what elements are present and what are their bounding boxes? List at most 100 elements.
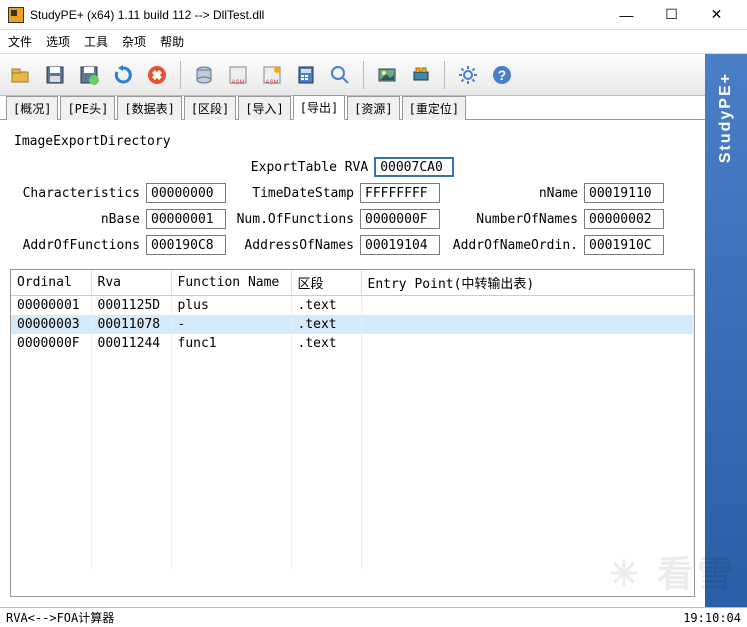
asm2-button[interactable]: ASM [257, 60, 287, 90]
database-button[interactable] [189, 60, 219, 90]
menu-tools[interactable]: 工具 [84, 33, 108, 50]
col-rva[interactable]: Rva [91, 270, 171, 296]
table-row[interactable] [11, 461, 694, 479]
toolbar-separator [180, 61, 181, 89]
table-cell: 00000001 [11, 296, 91, 316]
table-cell: plus [171, 296, 291, 316]
asm-button[interactable]: ASM [223, 60, 253, 90]
app-icon [8, 7, 24, 23]
nfuncs-input[interactable] [360, 209, 440, 229]
tabbar: [概况] [PE头] [数据表] [区段] [导入] [导出] [资源] [重定… [0, 96, 705, 120]
table-cell: 00000003 [11, 315, 91, 334]
table-row[interactable] [11, 353, 694, 371]
table-row[interactable] [11, 389, 694, 407]
menu-options[interactable]: 选项 [46, 33, 70, 50]
nbase-label: nBase [10, 212, 140, 227]
export-table[interactable]: Ordinal Rva Function Name 区段 Entry Point… [11, 270, 694, 569]
side-app-name: StudyPE+ [717, 72, 735, 163]
section-title: ImageExportDirectory [14, 134, 695, 149]
table-cell: 0001125D [91, 296, 171, 316]
timestamp-label: TimeDateStamp [234, 186, 354, 201]
nfuncs-label: Num.OfFunctions [234, 212, 354, 227]
statusbar: RVA<-->FOA计算器 19:10:04 [0, 607, 747, 627]
image-button[interactable] [372, 60, 402, 90]
nnames-input[interactable] [584, 209, 664, 229]
status-time: 19:10:04 [683, 611, 741, 625]
open-button[interactable] [6, 60, 36, 90]
table-row[interactable] [11, 497, 694, 515]
menubar: 文件 选项 工具 杂项 帮助 [0, 30, 747, 54]
minimize-button[interactable]: ― [604, 1, 649, 29]
calculator-button[interactable] [291, 60, 321, 90]
tab-resources[interactable]: [资源] [347, 96, 399, 120]
table-cell: .text [291, 296, 361, 316]
addrordin-input[interactable] [584, 235, 664, 255]
col-section[interactable]: 区段 [291, 270, 361, 296]
table-row[interactable] [11, 371, 694, 389]
table-row[interactable]: 000000010001125Dplus.text [11, 296, 694, 316]
table-row[interactable] [11, 479, 694, 497]
col-funcname[interactable]: Function Name [171, 270, 291, 296]
characteristics-label: Characteristics [10, 186, 140, 201]
menu-misc[interactable]: 杂项 [122, 33, 146, 50]
nnames-label: NumberOfNames [448, 212, 578, 227]
toolbar-separator [444, 61, 445, 89]
window-controls: ― ☐ ✕ [604, 1, 739, 29]
delete-button[interactable] [142, 60, 172, 90]
toolbar-separator [363, 61, 364, 89]
table-cell [361, 315, 694, 334]
maximize-button[interactable]: ☐ [649, 1, 694, 29]
col-entry[interactable]: Entry Point(中转输出表) [361, 270, 694, 296]
tab-overview[interactable]: [概况] [6, 96, 58, 120]
table-cell [361, 296, 694, 316]
tab-pe-header[interactable]: [PE头] [60, 96, 115, 120]
table-row[interactable] [11, 425, 694, 443]
tab-imports[interactable]: [导入] [238, 96, 290, 120]
settings-button[interactable] [453, 60, 483, 90]
menu-file[interactable]: 文件 [8, 33, 32, 50]
nname-label: nName [448, 186, 578, 201]
menu-help[interactable]: 帮助 [160, 33, 184, 50]
addrnames-input[interactable] [360, 235, 440, 255]
side-panel: StudyPE+ [705, 54, 747, 607]
table-row[interactable] [11, 407, 694, 425]
tab-exports[interactable]: [导出] [293, 95, 345, 120]
timestamp-input[interactable] [360, 183, 440, 203]
table-cell: func1 [171, 334, 291, 353]
table-row[interactable] [11, 443, 694, 461]
addrfuncs-label: AddrOfFunctions [10, 238, 140, 253]
tab-sections[interactable]: [区段] [184, 96, 236, 120]
tab-data-table[interactable]: [数据表] [117, 96, 181, 120]
table-cell: 00011244 [91, 334, 171, 353]
close-button[interactable]: ✕ [694, 1, 739, 29]
table-cell: - [171, 315, 291, 334]
export-rva-label: ExportTable RVA [251, 160, 368, 175]
addrordin-label: AddrOfNameOrdin. [448, 238, 578, 253]
status-left[interactable]: RVA<-->FOA计算器 [6, 609, 114, 626]
svg-text:ASM: ASM [231, 80, 244, 86]
save-as-button[interactable] [74, 60, 104, 90]
export-rva-input[interactable] [374, 157, 454, 177]
table-row[interactable]: 0000000F00011244func1.text [11, 334, 694, 353]
table-row[interactable] [11, 551, 694, 569]
table-row[interactable] [11, 533, 694, 551]
table-cell: .text [291, 334, 361, 353]
save-button[interactable] [40, 60, 70, 90]
plugin-button[interactable] [406, 60, 436, 90]
characteristics-input[interactable] [146, 183, 226, 203]
addrfuncs-input[interactable] [146, 235, 226, 255]
table-cell: .text [291, 315, 361, 334]
table-cell: 00011078 [91, 315, 171, 334]
addrnames-label: AddressOfNames [234, 238, 354, 253]
nname-input[interactable] [584, 183, 664, 203]
tab-reloc[interactable]: [重定位] [402, 96, 466, 120]
window-title: StudyPE+ (x64) 1.11 build 112 --> DllTes… [30, 8, 604, 22]
search-button[interactable] [325, 60, 355, 90]
titlebar: StudyPE+ (x64) 1.11 build 112 --> DllTes… [0, 0, 747, 30]
help-button[interactable]: ? [487, 60, 517, 90]
refresh-button[interactable] [108, 60, 138, 90]
table-row[interactable]: 0000000300011078-.text [11, 315, 694, 334]
col-ordinal[interactable]: Ordinal [11, 270, 91, 296]
nbase-input[interactable] [146, 209, 226, 229]
table-row[interactable] [11, 515, 694, 533]
